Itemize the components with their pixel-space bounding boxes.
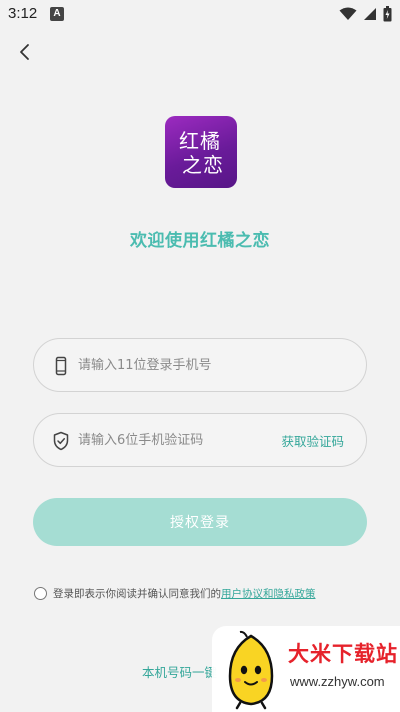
status-icons	[339, 5, 392, 23]
watermark-badge: 大米下载站 www.zzhyw.com	[212, 626, 400, 712]
agreement-text: 登录即表示你阅读并确认同意我们的	[53, 587, 221, 600]
code-field[interactable]: 获取验证码	[33, 413, 367, 467]
phone-input[interactable]	[78, 339, 278, 391]
phone-icon	[55, 356, 67, 376]
notification-icon: A	[50, 7, 64, 21]
chevron-left-icon	[20, 44, 29, 60]
agreement-checkbox[interactable]	[34, 586, 47, 600]
welcome-title: 欢迎使用红橘之恋	[130, 231, 270, 251]
one-key-login-link[interactable]: 本机号码一键	[142, 662, 217, 681]
back-button[interactable]	[10, 38, 38, 66]
login-button[interactable]: 授权登录	[33, 498, 367, 546]
app-logo: 红橘 之恋	[165, 116, 237, 188]
watermark-url: www.zzhyw.com	[290, 674, 385, 689]
agreement-link[interactable]: 用户协议和隐私政策	[221, 586, 316, 601]
wifi-icon	[339, 7, 357, 20]
status-bar: 3:12 A	[0, 0, 400, 28]
get-code-button[interactable]: 获取验证码	[281, 431, 344, 450]
status-time: 3:12	[8, 5, 38, 22]
mascot-icon	[228, 630, 274, 710]
agreement-row: 登录即表示你阅读并确认同意我们的 用户协议和隐私政策	[34, 584, 316, 602]
signal-icon	[364, 8, 376, 20]
watermark-title: 大米下载站	[288, 642, 398, 666]
battery-icon	[383, 6, 392, 22]
code-input[interactable]	[78, 414, 278, 466]
logo-text-line2: 之恋	[182, 153, 224, 177]
shield-icon	[53, 431, 69, 451]
phone-field[interactable]	[33, 338, 367, 392]
logo-text-line1: 红橘	[179, 129, 221, 153]
